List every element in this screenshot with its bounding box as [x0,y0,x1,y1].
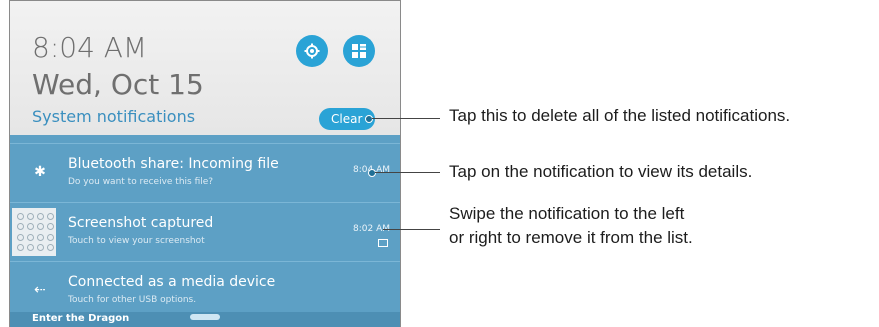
grid-icon [352,44,366,58]
clock-time: 8:04 AM [32,31,148,64]
notification-title: Screenshot captured [68,215,214,231]
notification-subtitle: Do you want to receive this file? [68,177,214,187]
callout-marker [368,169,376,177]
notification-subtitle: Touch to view your screenshot [68,236,205,246]
drag-handle[interactable] [190,314,220,320]
system-notifications-label: System notifications [32,107,196,126]
settings-button[interactable] [296,35,328,67]
notification-subtitle: Touch for other USB options. [68,295,197,305]
bottom-bar-label: Enter the Dragon [32,313,130,324]
callout-clear: Tap this to delete all of the listed not… [449,106,791,125]
notification-title: Bluetooth share: Incoming file [68,156,279,172]
callout-line [383,229,440,230]
gear-icon [304,43,320,59]
notification-list: ✱ Bluetooth share: Incoming file Do you … [10,135,400,327]
callout-marker [365,115,373,123]
notification-screenshot[interactable]: Screenshot captured Touch to view your s… [10,202,400,261]
panel-header: 8:04 AM Wed, Oct 15 System notifications [10,1,400,135]
bluetooth-icon: ✱ [34,164,46,180]
usb-icon: ⇠ [34,282,46,298]
notification-bluetooth[interactable]: ✱ Bluetooth share: Incoming file Do you … [10,143,400,202]
quick-settings-button[interactable] [343,35,375,67]
bottom-bar: Enter the Dragon [10,312,400,327]
notification-panel: 8:04 AM Wed, Oct 15 System notifications [9,0,401,327]
callout-swipe-line1: Swipe the notification to the left [449,204,685,223]
image-icon [378,239,388,247]
notification-title: Connected as a media device [68,274,276,290]
callout-line [375,172,440,173]
callout-tap: Tap on the notification to view its deta… [449,162,753,181]
callout-line [372,118,440,119]
screenshot-thumbnail [12,208,56,256]
callout-swipe-line2: or right to remove it from the list. [449,228,693,247]
clock-date: Wed, Oct 15 [32,68,204,101]
